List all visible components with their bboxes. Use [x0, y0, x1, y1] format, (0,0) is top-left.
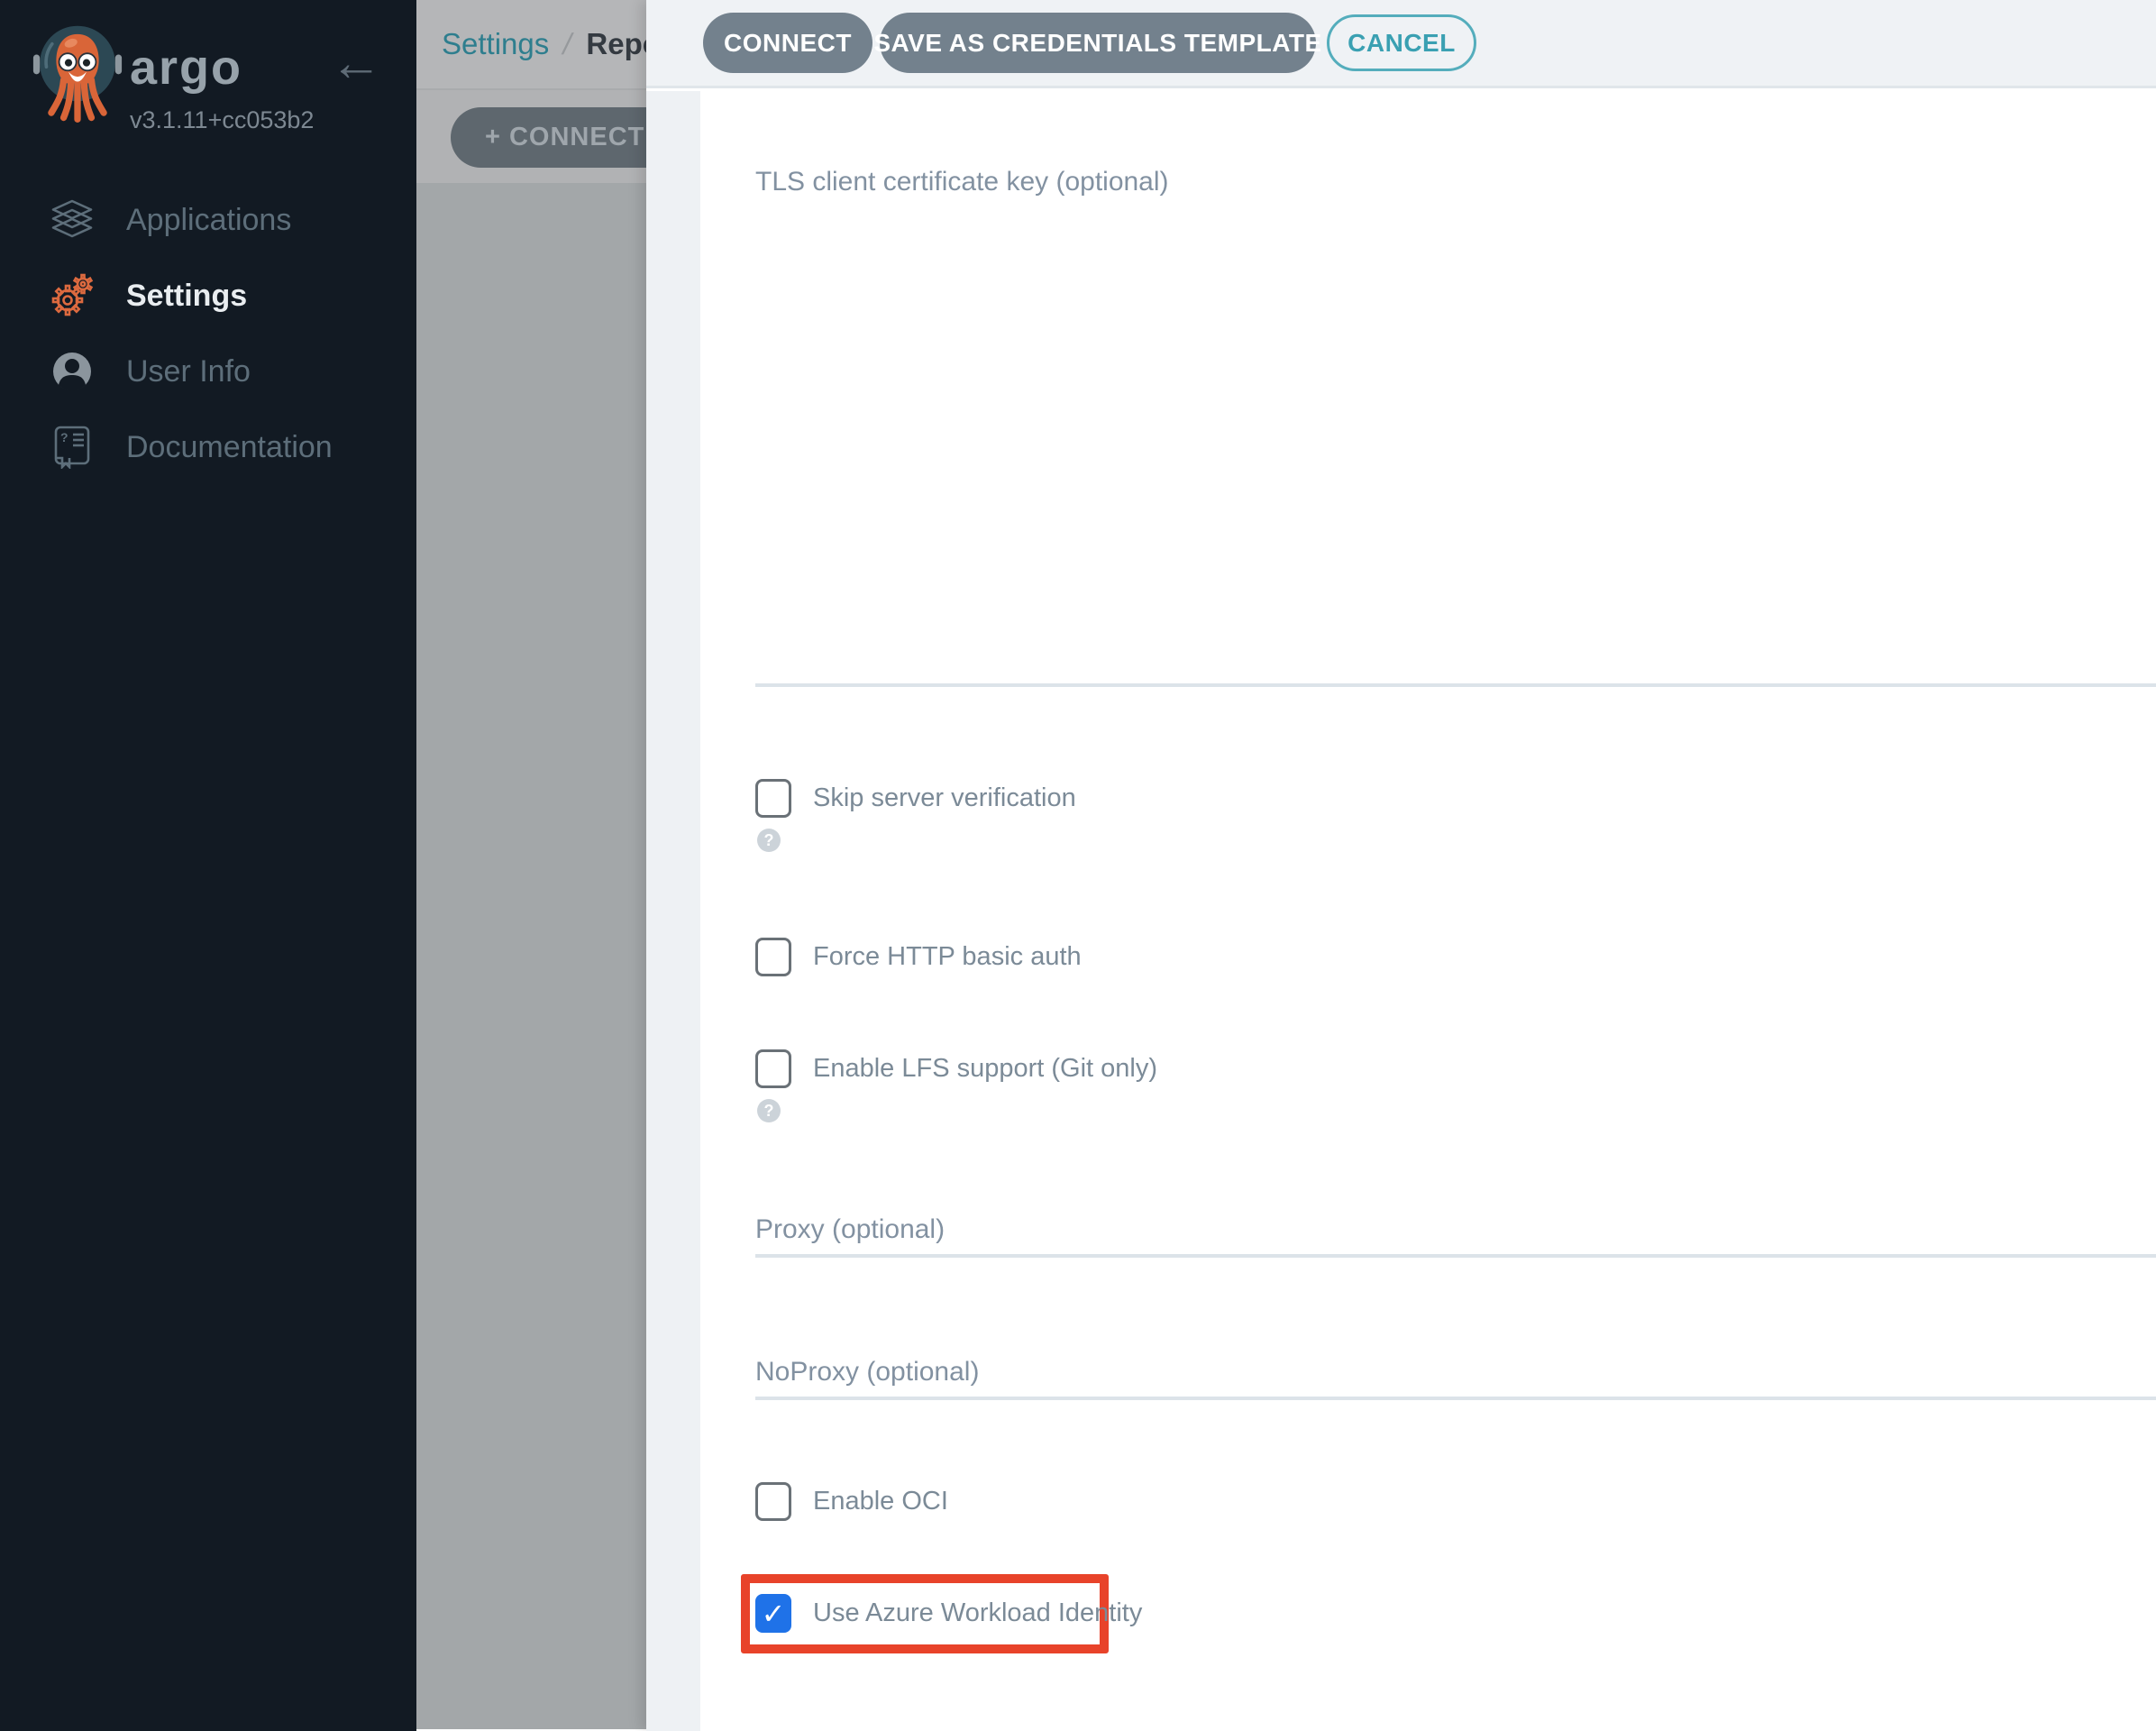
connect-repo-slide-panel: CONNECT SAVE AS CREDENTIALS TEMPLATE CAN… [646, 0, 2156, 1731]
version-label: v3.1.11+cc053b2 [130, 106, 314, 134]
force-http-basic-auth-row: Force HTTP basic auth [755, 938, 1082, 976]
sidebar-item-documentation[interactable]: ? Documentation [0, 409, 416, 485]
collapse-sidebar-arrow-icon[interactable]: ← [330, 36, 382, 90]
checkbox-label: Force HTTP basic auth [813, 942, 1082, 972]
sidebar-item-settings[interactable]: Settings [0, 258, 416, 334]
checkmark-icon: ✓ [762, 1599, 786, 1628]
breadcrumb: Settings / Repositories [416, 0, 646, 90]
sidebar: argo v3.1.11+cc053b2 ← Applications [0, 0, 416, 1731]
breadcrumb-current-page: Repositories [586, 27, 646, 61]
connect-button[interactable]: CONNECT [703, 13, 872, 73]
checkbox-label: Skip server verification [813, 783, 1076, 813]
proxy-input-underline[interactable] [755, 1254, 2156, 1258]
checkbox-label: Use Azure Workload Identity [813, 1598, 1142, 1628]
user-icon [47, 351, 97, 392]
sidebar-item-label: Documentation [126, 430, 333, 465]
gear-icon [47, 273, 97, 318]
proxy-label: Proxy (optional) [755, 1214, 945, 1245]
tls-client-cert-key-textarea[interactable] [755, 208, 2156, 683]
dimmed-page-background: Settings / Repositories + CONNECT REPO [416, 0, 646, 1731]
enable-oci-row: Enable OCI [755, 1482, 948, 1521]
sidebar-item-label: Settings [126, 279, 247, 314]
save-as-credentials-template-button[interactable]: SAVE AS CREDENTIALS TEMPLATE [880, 13, 1316, 73]
argocd-app: argo v3.1.11+cc053b2 ← Applications [0, 0, 2156, 1731]
panel-action-bar: CONNECT SAVE AS CREDENTIALS TEMPLATE CAN… [646, 0, 2156, 88]
sidebar-nav: Applications [0, 182, 416, 485]
force-http-basic-auth-checkbox[interactable] [755, 938, 791, 976]
cancel-button[interactable]: CANCEL [1327, 14, 1476, 71]
page-content-dimmed [416, 183, 646, 1729]
use-azure-workload-identity-checkbox[interactable]: ✓ [755, 1594, 791, 1633]
layers-icon [47, 199, 97, 241]
breadcrumb-settings-link[interactable]: Settings [442, 27, 549, 61]
argo-octopus-logo-icon [32, 20, 123, 153]
sidebar-item-label: Applications [126, 203, 291, 238]
enable-oci-checkbox[interactable] [755, 1482, 791, 1521]
docs-icon: ? [47, 426, 97, 469]
breadcrumb-separator: / [560, 27, 575, 61]
tls-field-underline [755, 683, 2156, 687]
tls-client-cert-key-label: TLS client certificate key (optional) [755, 167, 1169, 197]
noproxy-label: NoProxy (optional) [755, 1357, 979, 1388]
skip-server-verification-row: Skip server verification [755, 779, 1076, 818]
checkbox-label: Enable OCI [813, 1487, 948, 1516]
help-icon[interactable]: ? [757, 829, 781, 852]
panel-left-gutter [646, 91, 700, 1731]
help-icon[interactable]: ? [757, 1099, 781, 1122]
enable-lfs-support-row: Enable LFS support (Git only) [755, 1049, 1157, 1088]
noproxy-input-underline[interactable] [755, 1397, 2156, 1400]
use-azure-workload-identity-row: ✓ Use Azure Workload Identity [755, 1594, 1142, 1633]
page-toolbar: + CONNECT REPO [416, 90, 646, 183]
logo-block: argo v3.1.11+cc053b2 ← [32, 20, 411, 164]
skip-server-verification-checkbox[interactable] [755, 779, 791, 818]
svg-text:?: ? [60, 430, 69, 444]
checkbox-label: Enable LFS support (Git only) [813, 1054, 1157, 1084]
sidebar-item-user-info[interactable]: User Info [0, 334, 416, 409]
sidebar-item-applications[interactable]: Applications [0, 182, 416, 258]
connect-repo-button[interactable]: + CONNECT REPO [451, 107, 646, 168]
logo-wordmark: argo [130, 40, 242, 96]
sidebar-item-label: User Info [126, 354, 251, 389]
enable-lfs-support-checkbox[interactable] [755, 1049, 791, 1088]
repo-connection-form: TLS client certificate key (optional) Sk… [700, 91, 2156, 1731]
